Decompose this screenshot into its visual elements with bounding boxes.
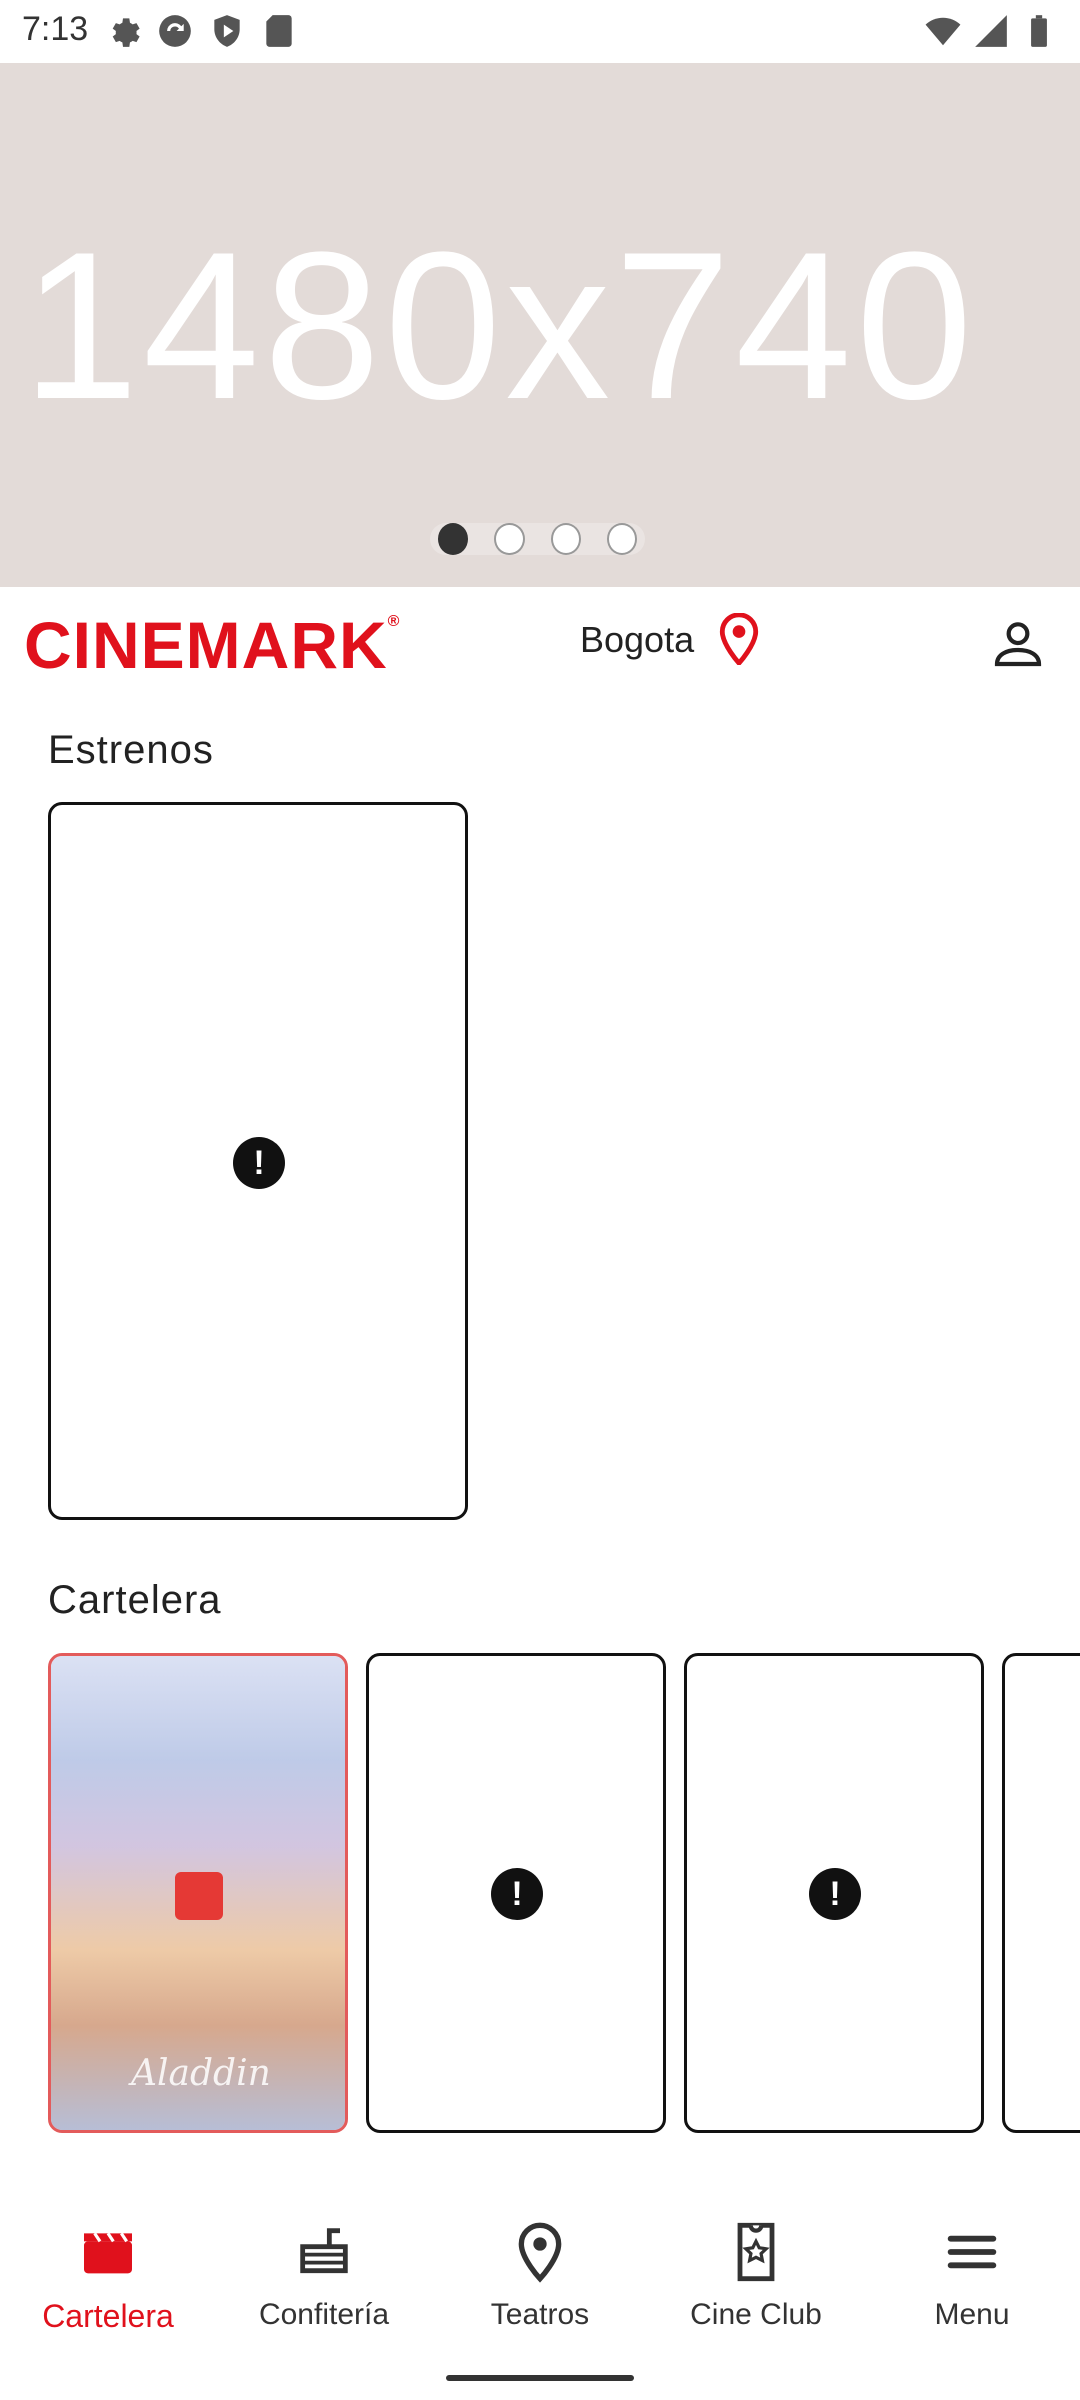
- movie-card-partial[interactable]: [1002, 1653, 1080, 2133]
- estreno-card[interactable]: !: [48, 802, 468, 1520]
- nav-label-cartelera: Cartelera: [42, 2298, 174, 2334]
- cinemark-logo: CINEMARK®: [24, 607, 400, 683]
- error-icon: !: [491, 1868, 543, 1920]
- nav-item-confiteria[interactable]: Confitería: [224, 2220, 424, 2350]
- carousel-dots: [430, 523, 645, 555]
- food-icon: [300, 2228, 348, 2274]
- shield-play-icon: [214, 15, 240, 47]
- wifi-icon: [925, 17, 961, 46]
- home-indicator[interactable]: [446, 2375, 634, 2381]
- nav-item-teatros[interactable]: Teatros: [440, 2220, 640, 2350]
- sd-card-icon: [266, 15, 292, 47]
- registered-mark: ®: [387, 613, 401, 630]
- nav-label-teatros: Teatros: [490, 2298, 590, 2331]
- carousel-dot-2[interactable]: [494, 523, 525, 555]
- banner-placeholder-text: 1480x740: [22, 208, 977, 443]
- nav-item-cartelera[interactable]: Cartelera: [8, 2220, 208, 2350]
- status-time: 7:13: [22, 10, 89, 48]
- status-icons-right: [924, 12, 1058, 50]
- ticket-star-icon: [737, 2222, 775, 2282]
- city-selector-label[interactable]: Bogota: [580, 619, 694, 661]
- app-header: CINEMARK® Bogota: [0, 587, 1080, 697]
- sync-icon: [159, 15, 191, 47]
- nav-label-cine-club: Cine Club: [690, 2298, 822, 2331]
- section-title-estrenos: Estrenos: [48, 728, 214, 772]
- carousel-dot-4[interactable]: [606, 523, 637, 555]
- movie-card[interactable]: !: [684, 1653, 984, 2133]
- error-icon: !: [809, 1868, 861, 1920]
- image-placeholder-icon: [175, 1872, 223, 1920]
- nav-label-confiteria: Confitería: [258, 2298, 390, 2331]
- carousel-dot-3[interactable]: [550, 523, 581, 555]
- status-bar: 7:13: [0, 0, 1080, 63]
- bottom-navigation: Cartelera Confitería Teatros Cine Club M…: [0, 2200, 1080, 2360]
- clapperboard-icon: [84, 2232, 132, 2274]
- carousel-dot-1[interactable]: [438, 523, 469, 555]
- location-pin-icon[interactable]: [716, 613, 762, 665]
- status-icons-left: [104, 12, 298, 50]
- cell-signal-icon: [975, 15, 1007, 47]
- movie-card[interactable]: !: [366, 1653, 666, 2133]
- nav-item-menu[interactable]: Menu: [872, 2220, 1072, 2350]
- profile-icon[interactable]: [990, 615, 1046, 671]
- map-pin-icon: [518, 2222, 562, 2283]
- battery-icon: [1031, 15, 1047, 47]
- nav-label-menu: Menu: [934, 2298, 1010, 2331]
- logo-text: CINEMARK: [24, 608, 388, 682]
- poster-caption: Aladdin: [131, 2053, 271, 2094]
- error-icon: !: [233, 1137, 285, 1189]
- hamburger-menu-icon: [947, 2235, 997, 2269]
- movie-poster-card[interactable]: Aladdin: [48, 1653, 348, 2133]
- banner-carousel[interactable]: 1480x740: [0, 63, 1080, 587]
- gear-icon: [112, 18, 140, 47]
- section-title-cartelera: Cartelera: [48, 1578, 222, 1622]
- nav-item-cine-club[interactable]: Cine Club: [656, 2220, 856, 2350]
